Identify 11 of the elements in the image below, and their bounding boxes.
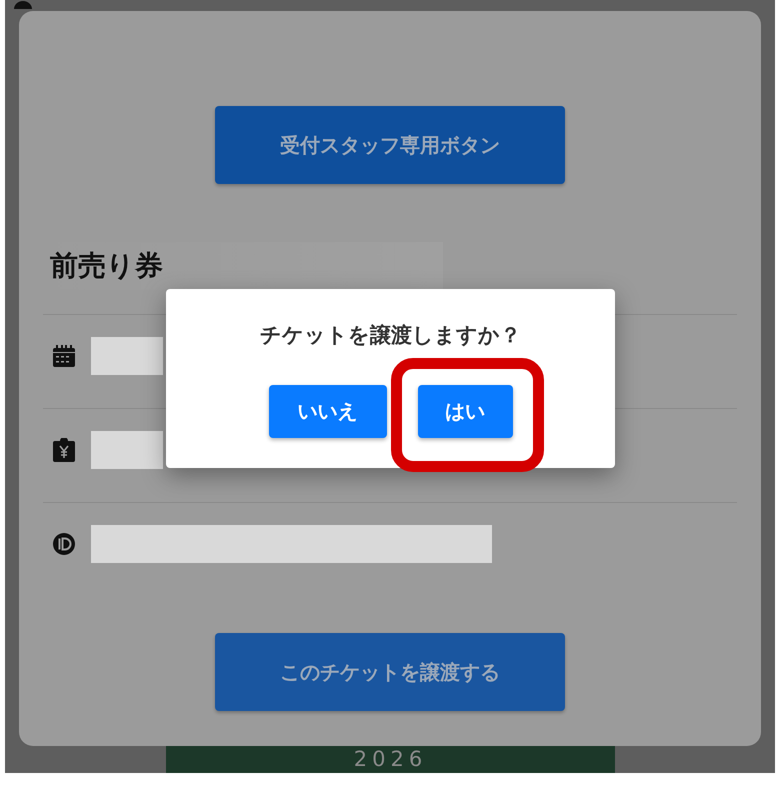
banner-year: 2026 [354, 747, 428, 771]
no-button[interactable]: いいえ [268, 385, 386, 438]
redaction-block [91, 431, 163, 469]
transfer-button[interactable]: このチケットを譲渡する [215, 633, 565, 711]
dialog-message: チケットを譲渡しますか？ [260, 322, 521, 349]
calendar-icon [53, 344, 75, 368]
staff-button[interactable]: 受付スタッフ専用ボタン [215, 106, 565, 184]
id-badge-icon [53, 532, 75, 556]
redaction-block [91, 337, 163, 375]
yes-button[interactable]: はい [418, 385, 512, 438]
yen-clipboard-icon [53, 438, 75, 462]
